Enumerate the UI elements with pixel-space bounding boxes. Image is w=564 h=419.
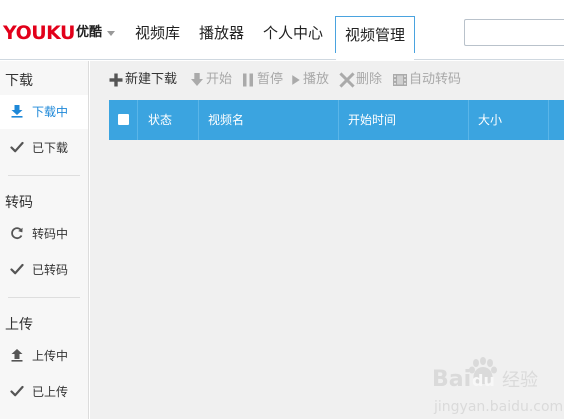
- play-button[interactable]: 播放: [290, 71, 329, 89]
- sidebar-item-label: 下载中: [32, 105, 69, 119]
- sidebar-item-label: 转码中: [32, 227, 69, 241]
- refresh-icon: [11, 227, 23, 240]
- table-header: 状态 视频名 开始时间 大小: [109, 100, 564, 140]
- sidebar-item-transcoding[interactable]: 转码中: [0, 217, 88, 251]
- checkmark-icon: [10, 385, 24, 397]
- checkmark-icon: [10, 141, 24, 153]
- select-all-checkbox[interactable]: [118, 114, 129, 125]
- pause-label: 暂停: [257, 72, 284, 87]
- sidebar-item-label: 上传中: [32, 349, 69, 363]
- nav-video-library[interactable]: 视频库: [135, 24, 180, 42]
- plus-icon: [109, 73, 123, 87]
- main-content: 新建下载 开始 暂停 播放 删除 自动转码 状态 视频名 开始时间 大小: [90, 61, 564, 419]
- sidebar-item-downloading[interactable]: 下载中: [0, 95, 88, 129]
- delete-button[interactable]: 删除: [339, 71, 382, 89]
- nav-player[interactable]: 播放器: [199, 24, 244, 42]
- sidebar-item-label: 已转码: [32, 263, 69, 277]
- new-download-label: 新建下载: [125, 72, 178, 87]
- upload-arrow-icon: [11, 349, 23, 362]
- sidebar-item-transcoded[interactable]: 已转码: [0, 253, 88, 287]
- pause-icon: [243, 73, 253, 87]
- column-header-status[interactable]: 状态: [148, 100, 172, 140]
- search-field[interactable]: [464, 19, 564, 46]
- delete-label: 删除: [356, 72, 383, 87]
- sidebar-item-uploading[interactable]: 上传中: [0, 339, 88, 373]
- toolbar: 新建下载 开始 暂停 播放 删除 自动转码: [90, 61, 564, 99]
- sidebar-item-label: 已下载: [32, 141, 69, 155]
- film-icon: [393, 74, 407, 86]
- nav-video-management[interactable]: 视频管理: [335, 16, 415, 60]
- sidebar-heading-transcode: 转码: [5, 195, 33, 211]
- play-label: 播放: [303, 72, 330, 87]
- sidebar: 下载 下载中 已下载 转码 转码中 已转码 上传 上传中 已上传: [0, 61, 89, 419]
- sidebar-item-label: 已上传: [32, 385, 69, 399]
- download-arrow-icon: [11, 105, 23, 118]
- sidebar-heading-download: 下载: [5, 73, 33, 89]
- download-arrow-icon: [191, 73, 203, 86]
- logo-text: YOUKU: [3, 22, 75, 44]
- sidebar-divider: [8, 175, 80, 176]
- sidebar-divider: [8, 297, 80, 298]
- sidebar-item-uploaded[interactable]: 已上传: [0, 375, 88, 409]
- app-window: YOUKU 优酷 视频库 播放器 个人中心 视频管理 下载 下载中 已下载 转码…: [0, 0, 564, 419]
- column-divider: [548, 100, 549, 140]
- sidebar-item-downloaded[interactable]: 已下载: [0, 131, 88, 165]
- search-input[interactable]: [465, 20, 564, 45]
- chevron-down-icon[interactable]: [107, 30, 115, 36]
- sidebar-heading-upload: 上传: [5, 317, 33, 333]
- close-icon: [339, 72, 355, 88]
- pause-button[interactable]: 暂停: [240, 71, 283, 89]
- auto-transcode-label: 自动转码: [409, 72, 462, 87]
- nav-personal-center[interactable]: 个人中心: [263, 24, 323, 42]
- auto-transcode-button[interactable]: 自动转码: [392, 71, 461, 89]
- column-header-size[interactable]: 大小: [478, 100, 502, 140]
- logo-cn-text: 优酷: [75, 25, 102, 40]
- play-icon: [292, 75, 300, 85]
- column-divider: [338, 100, 339, 140]
- column-divider: [468, 100, 469, 140]
- youku-logo[interactable]: YOUKU 优酷: [3, 20, 115, 46]
- start-label: 开始: [206, 72, 233, 87]
- column-header-video-name[interactable]: 视频名: [208, 100, 244, 140]
- checkmark-icon: [10, 263, 24, 275]
- new-download-button[interactable]: 新建下载: [108, 71, 177, 89]
- start-button[interactable]: 开始: [189, 71, 232, 89]
- top-nav-bar: YOUKU 优酷 视频库 播放器 个人中心 视频管理: [0, 0, 564, 60]
- column-header-start-time[interactable]: 开始时间: [348, 100, 396, 140]
- column-divider: [137, 100, 138, 140]
- column-divider: [198, 100, 199, 140]
